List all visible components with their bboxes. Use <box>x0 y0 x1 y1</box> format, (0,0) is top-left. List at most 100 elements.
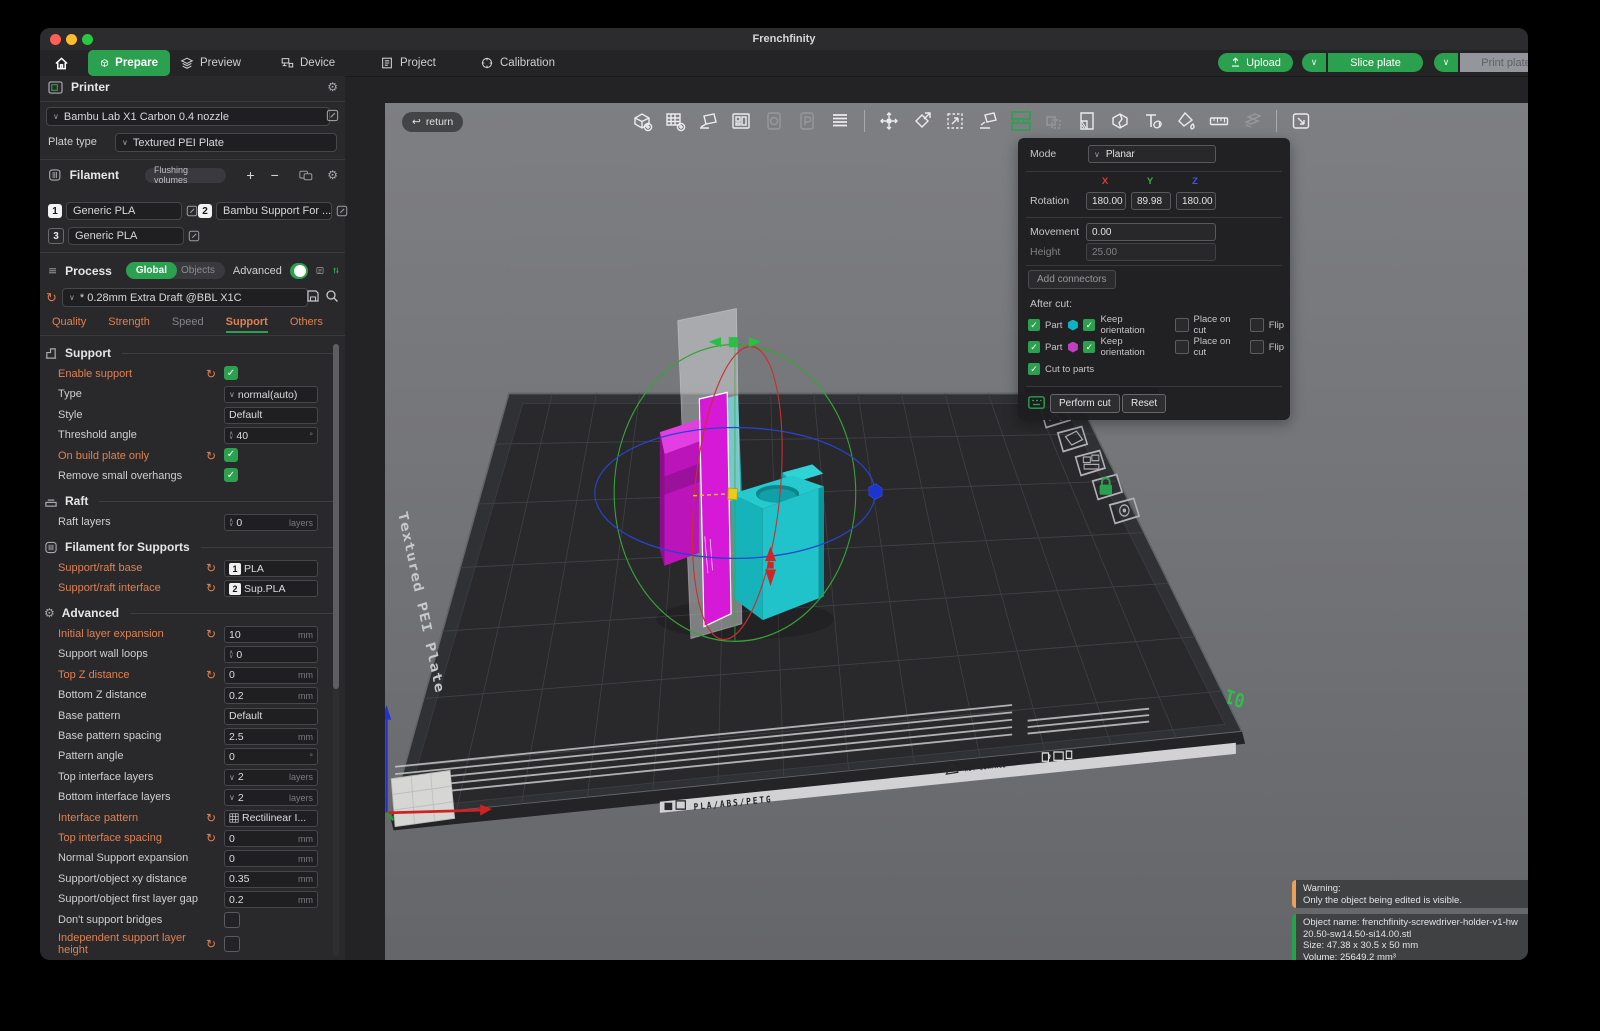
auto-orient-icon[interactable] <box>696 109 720 133</box>
edit-printer-icon[interactable] <box>326 109 339 122</box>
filament-3-select[interactable]: Generic PLA <box>68 227 184 245</box>
cut-mode-select[interactable]: ∨ Planar <box>1088 145 1216 163</box>
initial-layer-expansion-input[interactable]: 10 mm <box>224 626 318 643</box>
color-paint-icon[interactable] <box>1174 109 1198 133</box>
reset-icon[interactable]: ↻ <box>206 831 216 845</box>
tab-speed[interactable]: Speed <box>172 316 204 333</box>
assembly-view-icon[interactable] <box>1240 109 1264 133</box>
advanced-toggle[interactable] <box>289 262 309 279</box>
remove-filament-icon[interactable]: − <box>271 167 279 183</box>
part-b-color-swatch[interactable] <box>1067 341 1078 353</box>
on-build-plate-only-checkbox[interactable]: ✓ <box>224 447 238 462</box>
reset-icon[interactable]: ↻ <box>206 581 216 595</box>
add-plate-icon[interactable] <box>663 109 687 133</box>
base-pattern-select[interactable]: Default <box>224 707 318 725</box>
tab-quality[interactable]: Quality <box>52 316 86 333</box>
support-raft-interface-select[interactable]: 2 Sup.PLA <box>224 580 318 598</box>
edit-filament-icon[interactable] <box>186 205 198 217</box>
normal-support-expansion-input[interactable]: 0 mm <box>224 850 318 868</box>
lay-on-face-icon[interactable] <box>976 109 1000 133</box>
place-on-cut-a-checkbox[interactable] <box>1174 318 1189 332</box>
scope-global[interactable]: Global <box>125 262 177 279</box>
print-plate-button[interactable]: Print plate <box>1460 53 1528 72</box>
enable-support-checkbox[interactable]: ✓ <box>224 366 238 380</box>
process-preset-select[interactable]: ∨ * 0.28mm Extra Draft @BBL X1C <box>62 288 308 307</box>
bottom-interface-layers-select[interactable]: ∨ 2 layers <box>224 789 318 807</box>
mirror-tool-icon[interactable] <box>1042 109 1066 133</box>
plate-type-select[interactable]: ∨ Textured PEI Plate <box>115 133 337 152</box>
reset-icon[interactable]: ↻ <box>206 668 216 682</box>
keep-orientation-a-checkbox[interactable]: ✓ <box>1083 319 1096 331</box>
tab-prepare[interactable]: Prepare <box>88 50 170 76</box>
flip-a-checkbox[interactable] <box>1249 318 1264 332</box>
filament-settings-gear-icon[interactable]: ⚙ <box>327 168 338 182</box>
reset-icon[interactable]: ↻ <box>206 367 216 381</box>
dont-support-bridges-checkbox[interactable] <box>224 911 240 928</box>
place-on-cut-b-checkbox[interactable] <box>1174 340 1189 354</box>
support-object-xy-distance-input[interactable]: 0.35 mm <box>224 870 318 888</box>
settings-scrollbar[interactable] <box>333 344 339 956</box>
add-connectors-button[interactable]: Add connectors <box>1028 270 1116 289</box>
add-object-icon[interactable] <box>630 109 654 133</box>
slice-plate-button[interactable]: Slice plate <box>1328 53 1423 72</box>
upload-button[interactable]: Upload <box>1218 53 1293 72</box>
save-preset-icon[interactable] <box>306 289 320 303</box>
part-a-checkbox[interactable]: ✓ <box>1028 319 1040 331</box>
tab-support[interactable]: Support <box>225 316 268 333</box>
reset-cut-button[interactable]: Reset <box>1122 394 1167 413</box>
top-interface-layers-select[interactable]: ∨ 2 layers <box>224 768 318 786</box>
home-button[interactable] <box>42 50 81 76</box>
split-view-icon[interactable] <box>1289 109 1313 133</box>
type-select[interactable]: ∨ normal(auto) <box>224 386 318 404</box>
rotation-x-input[interactable]: 180.00 <box>1086 192 1126 210</box>
tab-strength[interactable]: Strength <box>108 316 150 333</box>
perform-cut-button[interactable]: Perform cut <box>1050 394 1120 413</box>
layers-icon[interactable] <box>828 109 852 133</box>
bottom-z-distance-input[interactable]: 0.2 mm <box>224 687 318 705</box>
movement-input[interactable]: 0.00 <box>1086 223 1216 241</box>
flushing-volumes-button[interactable]: Flushing volumes <box>144 165 227 185</box>
scope-objects[interactable]: Objects <box>177 265 225 276</box>
threshold-angle-input[interactable]: ∧ ∨ 40 ° <box>224 427 318 445</box>
scale-tool-icon[interactable] <box>943 109 967 133</box>
variable-layer-height-icon[interactable] <box>1075 109 1099 133</box>
ams-sync-icon[interactable] <box>299 169 314 182</box>
search-preset-icon[interactable] <box>325 289 339 303</box>
remove-small-overhangs-checkbox[interactable]: ✓ <box>224 468 238 482</box>
tab-calibration[interactable]: Calibration <box>468 50 567 76</box>
cut-to-parts-checkbox[interactable]: ✓ <box>1028 363 1040 375</box>
part-b-checkbox[interactable]: ✓ <box>1028 341 1040 353</box>
edit-filament-icon[interactable] <box>336 205 348 217</box>
tab-preview[interactable]: Preview <box>168 50 253 76</box>
tab-device[interactable]: Device <box>268 50 347 76</box>
support-raft-base-select[interactable]: 1 PLA <box>224 560 318 577</box>
support-object-first-layer-gap-input[interactable]: 0.2 mm <box>224 891 318 909</box>
add-filament-icon[interactable]: + <box>246 167 254 183</box>
reset-icon[interactable]: ↻ <box>206 561 216 575</box>
measure-tool-icon[interactable] <box>1207 109 1231 133</box>
return-button[interactable]: ↩ return <box>402 112 464 132</box>
print-options-chevron[interactable]: ∨ <box>1434 53 1458 72</box>
keep-orientation-b-checkbox[interactable]: ✓ <box>1083 341 1096 353</box>
reset-icon[interactable]: ↻ <box>206 627 216 641</box>
top-interface-spacing-input[interactable]: 0 mm <box>224 830 318 847</box>
arrange-icon[interactable] <box>729 109 753 133</box>
interface-pattern-select[interactable]: Rectilinear I... <box>224 809 318 827</box>
import-objects-icon[interactable] <box>762 109 786 133</box>
independent-support-layer-height-checkbox[interactable] <box>224 936 240 952</box>
viewport-3d[interactable]: PLA/ABS/PETG HOT SURFACE Textured PEI Pl… <box>385 103 1528 960</box>
filament-2-select[interactable]: Bambu Support For ... <box>216 202 332 220</box>
preset-list-icon[interactable] <box>316 264 324 277</box>
preset-modified-reset-icon[interactable]: ↻ <box>46 290 57 306</box>
tab-others[interactable]: Others <box>290 316 323 333</box>
rotation-z-input[interactable]: 180.00 <box>1176 192 1216 210</box>
top-z-distance-input[interactable]: 0 mm <box>224 666 318 684</box>
reset-icon[interactable]: ↻ <box>206 449 216 463</box>
rotate-tool-icon[interactable] <box>910 109 934 133</box>
height-input[interactable]: 25.00 <box>1086 243 1216 261</box>
printer-settings-gear-icon[interactable]: ⚙ <box>327 80 338 94</box>
text-tool-icon[interactable] <box>1141 109 1165 133</box>
filament-1-select[interactable]: Generic PLA <box>66 202 182 220</box>
move-tool-icon[interactable] <box>877 109 901 133</box>
printer-preset-select[interactable]: ∨ Bambu Lab X1 Carbon 0.4 nozzle <box>46 107 330 126</box>
